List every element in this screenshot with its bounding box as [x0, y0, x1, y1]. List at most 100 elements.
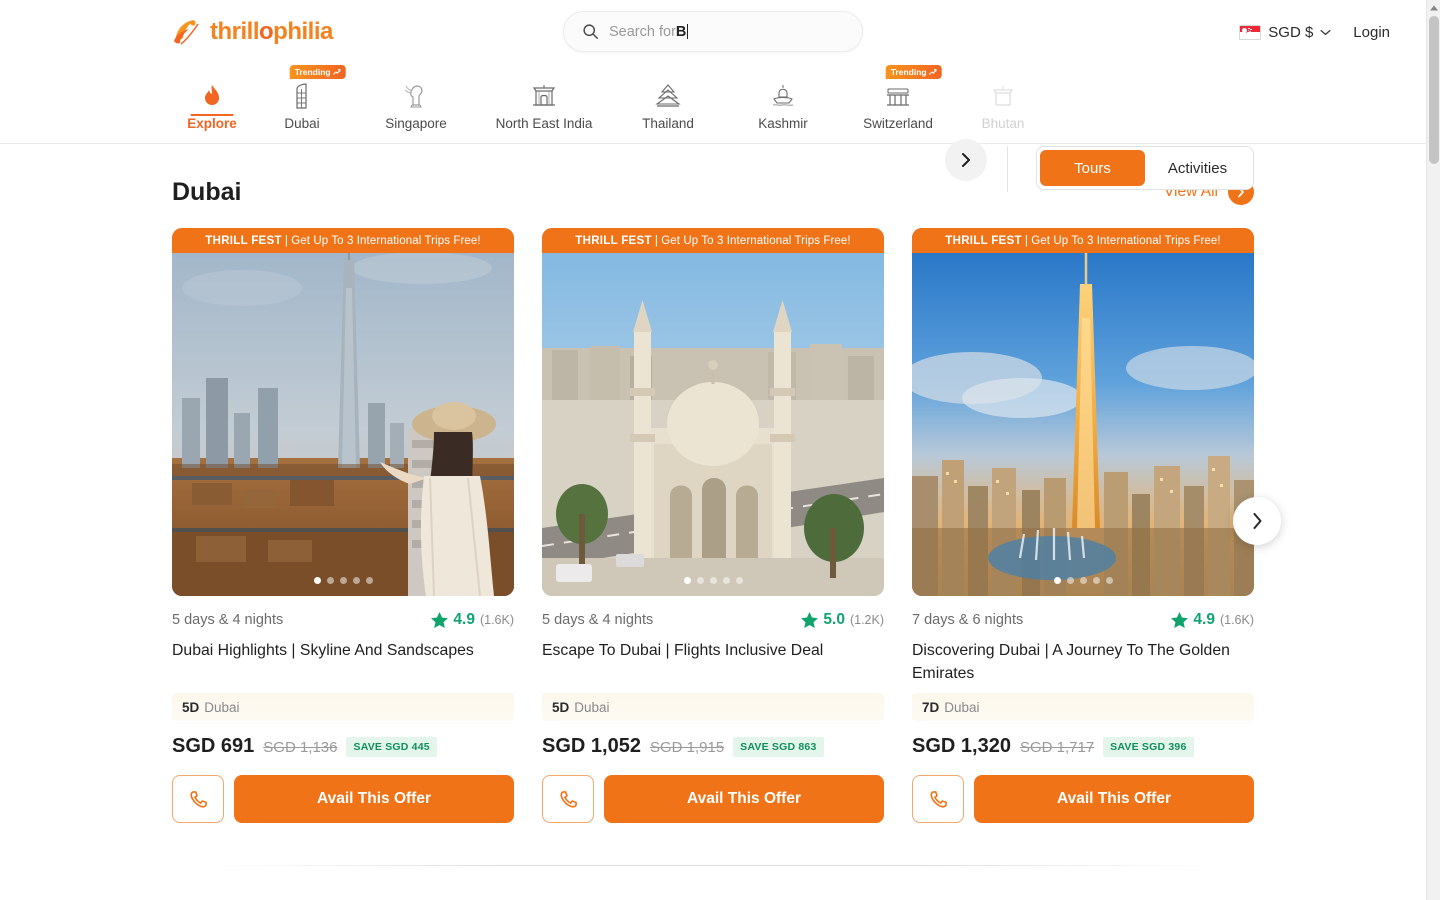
tab-activities[interactable]: Activities	[1145, 150, 1250, 186]
text-caret	[687, 24, 689, 39]
login-button[interactable]: Login	[1353, 24, 1390, 41]
carousel-dot[interactable]	[352, 577, 360, 584]
search-icon	[583, 24, 599, 40]
carousel-dot[interactable]	[313, 577, 321, 584]
carousel-dot[interactable]	[1092, 577, 1100, 584]
merlion-icon	[398, 82, 434, 110]
rating: 5.0 (1.2K)	[801, 611, 884, 629]
nav-next-button[interactable]	[945, 139, 987, 181]
nav-item-thailand[interactable]: Thailand	[608, 64, 728, 131]
carousel-dot[interactable]	[1066, 577, 1074, 584]
carousel-dot[interactable]	[709, 577, 717, 584]
jumeirah-mosque-image	[542, 228, 884, 596]
logo-part-2: o	[259, 18, 274, 45]
carousel-dot[interactable]	[365, 577, 373, 584]
carousel-dot[interactable]	[339, 577, 347, 584]
site-header: thrillophilia Search for B SGD $ Login	[0, 0, 1426, 64]
star-icon	[801, 612, 819, 628]
nav-item-bhutan[interactable]: Bhutan	[958, 64, 1048, 131]
chevron-down-icon	[1320, 29, 1331, 35]
carousel-dot[interactable]	[1105, 577, 1113, 584]
avail-offer-button[interactable]: Avail This Offer	[974, 775, 1254, 823]
burj-khalifa-woman-hat-image	[172, 228, 514, 596]
image-carousel-dots[interactable]	[912, 577, 1254, 584]
itinerary-place: Dubai	[204, 699, 240, 715]
itinerary-tag: 5D Dubai	[542, 693, 884, 721]
tour-card-list: THRILL FEST | Get Up To 3 International …	[172, 228, 1254, 823]
price-row: SGD 691 SGD 1,136 SAVE SGD 445	[172, 735, 514, 759]
nav-label-singapore: Singapore	[385, 116, 447, 131]
card-actions: Avail This Offer	[912, 775, 1254, 823]
savings-badge: SAVE SGD 863	[733, 737, 824, 757]
call-button[interactable]	[542, 775, 594, 823]
carousel-dot[interactable]	[735, 577, 743, 584]
search-input[interactable]: Search for B	[563, 11, 863, 52]
nav-divider	[1007, 146, 1008, 192]
nav-label-dubai: Dubai	[284, 116, 320, 131]
rating: 4.9 (1.6K)	[1171, 611, 1254, 629]
search-text: Search for B	[609, 24, 689, 40]
card-actions: Avail This Offer	[172, 775, 514, 823]
price-row: SGD 1,320 SGD 1,717 SAVE SGD 396	[912, 735, 1254, 759]
card-title[interactable]: Dubai Highlights | Skyline And Sandscape…	[172, 639, 514, 662]
scrollbar-thumb[interactable]	[1429, 16, 1439, 164]
page-title: Dubai	[172, 177, 242, 206]
nav-label-explore: Explore	[187, 116, 237, 131]
card-title[interactable]: Discovering Dubai | A Journey To The Gol…	[912, 639, 1254, 685]
nav-item-explore[interactable]: Explore	[172, 64, 252, 131]
singapore-flag-icon	[1239, 24, 1262, 40]
itinerary-tag: 7D Dubai	[912, 693, 1254, 721]
price-current: SGD 1,052	[542, 735, 641, 757]
rating-value: 5.0	[823, 611, 845, 628]
ribbon-bold-text: THRILL FEST	[575, 234, 652, 247]
card-title[interactable]: Escape To Dubai | Flights Inclusive Deal	[542, 639, 884, 662]
call-button[interactable]	[172, 775, 224, 823]
carousel-dot[interactable]	[696, 577, 704, 584]
nav-label-kashmir: Kashmir	[758, 116, 808, 131]
card-image[interactable]: THRILL FEST | Get Up To 3 International …	[542, 228, 884, 596]
app-viewport: thrillophilia Search for B SGD $ Login E…	[0, 0, 1440, 900]
star-icon	[1171, 612, 1189, 628]
promo-ribbon: THRILL FEST | Get Up To 3 International …	[172, 228, 514, 253]
nav-item-singapore[interactable]: Singapore	[352, 64, 480, 131]
card-image[interactable]: THRILL FEST | Get Up To 3 International …	[172, 228, 514, 596]
tour-card[interactable]: THRILL FEST | Get Up To 3 International …	[542, 228, 884, 823]
carousel-next-button[interactable]	[1233, 497, 1281, 545]
card-meta: 5 days & 4 nights 4.9 (1.6K)	[172, 610, 514, 630]
carousel-dot[interactable]	[326, 577, 334, 584]
currency-selector[interactable]: SGD $	[1239, 24, 1331, 41]
promo-ribbon: THRILL FEST | Get Up To 3 International …	[912, 228, 1254, 253]
carousel-dot[interactable]	[722, 577, 730, 584]
price-current: SGD 1,320	[912, 735, 1011, 757]
nav-item-north-east-india[interactable]: North East India	[480, 64, 608, 131]
tab-tours[interactable]: Tours	[1040, 150, 1145, 186]
thai-temple-icon	[650, 82, 686, 110]
price-original: SGD 1,915	[649, 739, 725, 756]
card-duration: 5 days & 4 nights	[172, 612, 284, 628]
tour-card[interactable]: THRILL FEST | Get Up To 3 International …	[172, 228, 514, 823]
avail-offer-button[interactable]: Avail This Offer	[604, 775, 884, 823]
logo[interactable]: thrillophilia	[172, 17, 333, 47]
header-actions: SGD $ Login	[1239, 0, 1390, 64]
dzong-icon	[985, 82, 1021, 110]
carousel-dot[interactable]	[683, 577, 691, 584]
nav-item-kashmir[interactable]: Kashmir	[728, 64, 838, 131]
rating-count: (1.6K)	[479, 613, 514, 627]
itinerary-place: Dubai	[574, 699, 610, 715]
phone-icon	[189, 790, 207, 808]
card-image[interactable]: THRILL FEST | Get Up To 3 International …	[912, 228, 1254, 596]
carousel-dot[interactable]	[1079, 577, 1087, 584]
carousel-dot[interactable]	[1053, 577, 1061, 584]
tour-card[interactable]: THRILL FEST | Get Up To 3 International …	[912, 228, 1254, 823]
call-button[interactable]	[912, 775, 964, 823]
ribbon-rest-text: | Get Up To 3 International Trips Free!	[284, 234, 481, 247]
image-carousel-dots[interactable]	[542, 577, 884, 584]
scroll-up-arrow[interactable]	[1427, 1, 1440, 15]
image-carousel-dots[interactable]	[172, 577, 514, 584]
avail-offer-button[interactable]: Avail This Offer	[234, 775, 514, 823]
page-scrollbar[interactable]	[1426, 0, 1440, 900]
ribbon-bold-text: THRILL FEST	[205, 234, 282, 247]
nav-item-dubai[interactable]: Trending Dubai	[252, 64, 352, 131]
savings-badge: SAVE SGD 396	[1103, 737, 1194, 757]
nav-item-switzerland[interactable]: Trending Switzerland	[838, 64, 958, 131]
